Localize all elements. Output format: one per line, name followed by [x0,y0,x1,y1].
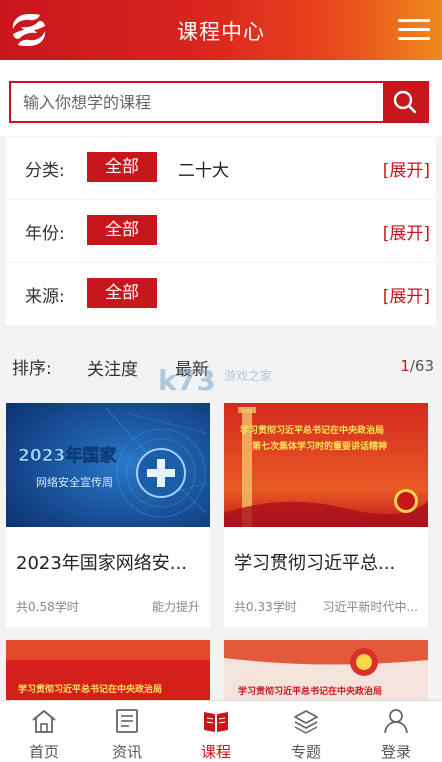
filter-all-button[interactable]: 全部 [87,278,157,308]
nav-item-topics[interactable]: 专题 [262,701,350,762]
course-tag: 能力提升 [151,600,200,614]
course-tag: 习近平新时代中... [322,600,418,614]
filter-option[interactable]: 二十大 [178,156,229,181]
page-title: 课程中心 [177,20,265,44]
nav-item-courses[interactable]: 课程 [172,701,260,762]
course-title[interactable]: 2023年国家网络安... [16,549,187,575]
expand-link[interactable]: [展开] [383,282,430,307]
watermark-logo: k73 游戏之家 [158,364,272,397]
course-card-partial[interactable]: 学习贯彻习近平总书记在中央政治局 [6,640,210,704]
filter-label: 分类: [25,161,65,181]
search-input[interactable] [11,83,383,121]
page-total: /63 [409,357,434,375]
filter-source: 来源: 全部 [展开] [6,263,436,325]
course-title[interactable]: 学习贯彻习近平总... [234,549,395,575]
filter-year: 年份: 全部 [展开] [6,200,436,262]
book-icon [204,712,228,732]
watermark-sub: 游戏之家 [224,368,272,383]
nav-label: 首页 [28,743,59,761]
banner-line2: 第七次集体学习时的重要讲话精神 [252,440,387,452]
layers-icon [294,710,318,734]
search-button[interactable] [383,83,427,121]
user-icon [384,709,408,734]
bottom-nav: 首页 资讯 课程 专题 登录 [0,700,442,762]
filter-category: 分类: 全部 二十大 [展开] [6,137,436,199]
watermark-text: k73 [158,364,216,397]
course-thumbnail: 学习贯彻习近平总书记在中央政治局 [224,640,428,704]
nav-item-news[interactable]: 资讯 [83,701,171,762]
menu-icon[interactable] [398,19,430,41]
course-card[interactable]: 2023年国家 网络安全宣传周 2023年国家网络安... 共0.58学时 能力… [6,403,210,627]
search-box [9,81,429,123]
nav-item-home[interactable]: 首页 [0,701,88,762]
course-thumbnail: 2023年国家 网络安全宣传周 [6,403,210,527]
banner-line1: 学习贯彻习近平总书记在中央政治局 [240,424,384,436]
filter-label: 来源: [25,287,65,307]
sort-label: 排序: [12,359,52,379]
expand-link[interactable]: [展开] [383,156,430,181]
page-indicator: 1/63 [400,357,434,375]
nav-item-login[interactable]: 登录 [352,701,440,762]
sort-option-attention[interactable]: 关注度 [87,355,138,380]
course-card[interactable]: 学习贯彻习近平总书记在中央政治局 第七次集体学习时的重要讲话精神 学习贯彻习近平… [224,403,428,627]
search-icon [393,90,417,114]
course-thumbnail: 学习贯彻习近平总书记在中央政治局 [6,640,210,704]
search-bar [0,60,442,136]
nav-label: 资讯 [111,743,142,761]
expand-link[interactable]: [展开] [383,219,430,244]
home-icon [32,710,56,733]
banner-line1: 2023年国家 [18,445,116,466]
nav-label: 专题 [290,743,321,761]
filter-all-button[interactable]: 全部 [87,215,157,245]
course-hours: 共0.33学时 [234,600,297,614]
nav-label: 登录 [380,743,411,761]
banner-text: 学习贯彻习近平总书记在中央政治局 [238,685,382,697]
filter-label: 年份: [25,224,65,244]
app-header: 课程中心 [0,0,442,60]
filter-all-button[interactable]: 全部 [87,152,157,182]
banner-text: 学习贯彻习近平总书记在中央政治局 [18,683,162,695]
course-card-partial[interactable]: 学习贯彻习近平总书记在中央政治局 [224,640,428,704]
banner-line2: 网络安全宣传周 [36,475,113,489]
nav-label: 课程 [200,743,231,761]
course-hours: 共0.58学时 [16,600,79,614]
course-thumbnail: 学习贯彻习近平总书记在中央政治局 第七次集体学习时的重要讲话精神 [224,403,428,527]
page-current: 1 [400,357,410,375]
news-icon [116,709,138,733]
